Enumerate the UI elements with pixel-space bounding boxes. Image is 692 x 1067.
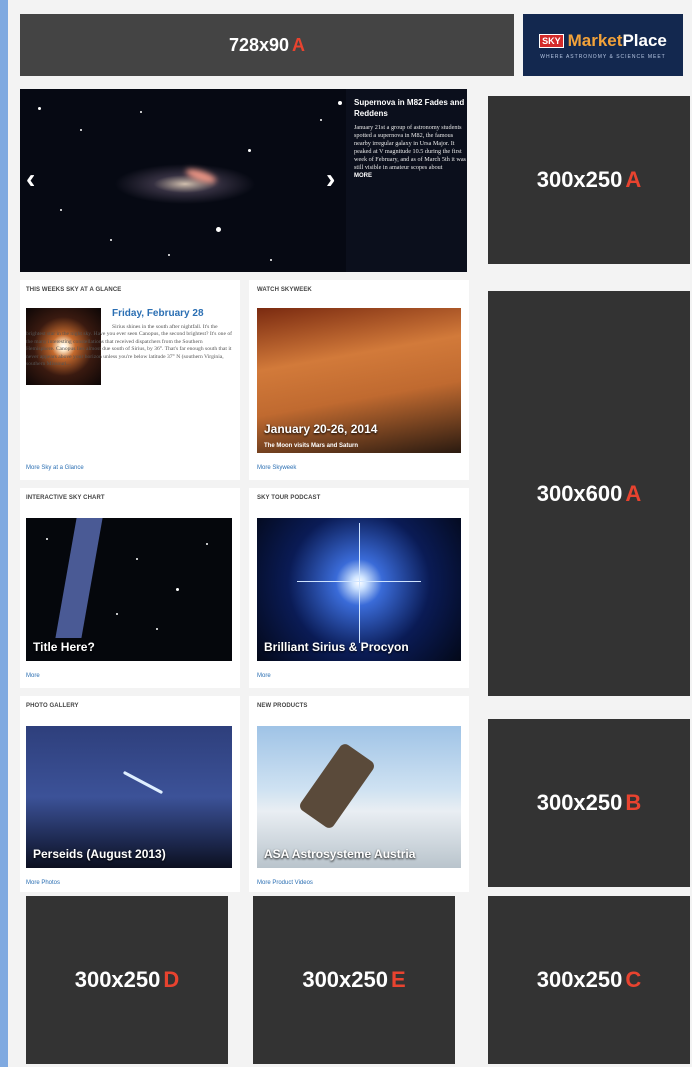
- sky-tour-podcast-card: SKY TOUR PODCAST Brilliant Sirius & Proc…: [249, 488, 469, 688]
- ad-slot-letter: A: [625, 167, 642, 192]
- milky-way-band: [55, 518, 103, 638]
- podcast-caption: Brilliant Sirius & Procyon: [264, 640, 409, 654]
- ad-300x250-e[interactable]: 300x250 E: [253, 896, 455, 1064]
- marketplace-word-market: Market: [567, 30, 623, 50]
- photo-gallery-card: PHOTO GALLERY Perseids (August 2013) Mor…: [20, 696, 240, 892]
- skyweek-image[interactable]: January 20-26, 2014 The Moon visits Mars…: [257, 308, 461, 453]
- ad-slot-letter: C: [625, 967, 642, 992]
- ad-size-label: 300x250: [536, 790, 623, 815]
- hero-prev-arrow-icon[interactable]: ‹: [26, 165, 35, 193]
- skyweek-caption: January 20-26, 2014: [264, 422, 378, 436]
- section-title: THIS WEEKS SKY AT A GLANCE: [26, 287, 122, 293]
- meteor-streak: [122, 770, 164, 795]
- skyweek-subcaption: The Moon visits Mars and Saturn: [264, 443, 359, 449]
- section-title: SKY TOUR PODCAST: [257, 495, 321, 501]
- hero-caption: Supernova in M82 Fades and Reddens Janua…: [354, 97, 466, 179]
- star-flare-vertical: [359, 523, 360, 643]
- galaxy-core: [184, 166, 218, 186]
- ad-300x250-a[interactable]: 300x250 A: [488, 96, 690, 264]
- ad-slot-letter: B: [625, 790, 642, 815]
- section-title: INTERACTIVE SKY CHART: [26, 495, 105, 501]
- ad-size-label: 300x250: [536, 167, 623, 192]
- more-product-videos-link[interactable]: More Product Videos: [257, 880, 313, 886]
- new-products-card: NEW PRODUCTS ASA Astrosysteme Austria Mo…: [249, 696, 469, 892]
- section-title: PHOTO GALLERY: [26, 703, 79, 709]
- hero-image[interactable]: [20, 89, 346, 272]
- more-skyweek-link[interactable]: More Skyweek: [257, 465, 296, 471]
- ad-300x250-d[interactable]: 300x250 D: [26, 896, 228, 1064]
- ad-300x250-b[interactable]: 300x250 B: [488, 719, 690, 887]
- ad-size-label: 300x250: [74, 967, 161, 992]
- marketplace-logo[interactable]: SKY Market Place WHERE ASTRONOMY & SCIENC…: [523, 14, 683, 76]
- gallery-image[interactable]: Perseids (August 2013): [26, 726, 232, 868]
- sky-chart-card: INTERACTIVE SKY CHART Title Here? More: [20, 488, 240, 688]
- sky-badge: SKY: [539, 33, 564, 48]
- ad-size-label: 300x250: [302, 967, 388, 992]
- ad-slot-letter: A: [625, 480, 642, 506]
- telescope-tube: [297, 741, 377, 831]
- hero-title[interactable]: Supernova in M82 Fades and Reddens: [354, 97, 466, 119]
- hero-slider: ‹ › Supernova in M82 Fades and Reddens J…: [20, 89, 467, 272]
- more-sky-chart-link[interactable]: More: [26, 673, 40, 679]
- ad-slot-letter: D: [163, 967, 180, 992]
- section-title: WATCH SKYWEEK: [257, 287, 312, 293]
- ad-size-label: 300x600: [536, 480, 623, 506]
- marketplace-word-place: Place: [622, 30, 667, 50]
- hero-next-arrow-icon[interactable]: ›: [326, 165, 335, 193]
- sky-chart-caption: Title Here?: [33, 640, 95, 654]
- ad-728x90[interactable]: 728x90 A: [20, 14, 514, 76]
- ad-slot-letter: A: [292, 34, 306, 55]
- glance-date[interactable]: Friday, February 28: [112, 308, 204, 319]
- section-title: NEW PRODUCTS: [257, 703, 308, 709]
- more-photos-link[interactable]: More Photos: [26, 880, 60, 886]
- podcast-image[interactable]: Brilliant Sirius & Procyon: [257, 518, 461, 661]
- hero-body: January 21st a group of astronomy studen…: [354, 124, 466, 171]
- products-caption: ASA Astrosysteme Austria: [264, 847, 416, 861]
- hero-more-link[interactable]: MORE: [354, 173, 466, 179]
- products-image[interactable]: ASA Astrosysteme Austria: [257, 726, 461, 868]
- more-glance-link[interactable]: More Sky at a Glance: [26, 465, 84, 471]
- ad-300x600-a[interactable]: 300x600 A: [488, 291, 690, 696]
- ad-slot-letter: E: [390, 967, 406, 992]
- page: 728x90 A SKY Market Place WHERE ASTRONOMY…: [8, 0, 692, 1067]
- glance-text: Sirius shines in the south after nightfa…: [26, 324, 232, 368]
- sky-chart-image[interactable]: Title Here?: [26, 518, 232, 661]
- more-podcast-link[interactable]: More: [257, 673, 271, 679]
- skyweek-card: WATCH SKYWEEK January 20-26, 2014 The Mo…: [249, 280, 469, 480]
- gallery-caption: Perseids (August 2013): [33, 847, 166, 861]
- sky-at-a-glance-card: THIS WEEKS SKY AT A GLANCE Friday, Febru…: [20, 280, 240, 480]
- ad-size-label: 300x250: [536, 967, 623, 992]
- ad-size-label: 728x90: [228, 34, 290, 55]
- ad-300x250-c[interactable]: 300x250 C: [488, 896, 690, 1064]
- marketplace-tagline: WHERE ASTRONOMY & SCIENCE MEET: [540, 53, 666, 60]
